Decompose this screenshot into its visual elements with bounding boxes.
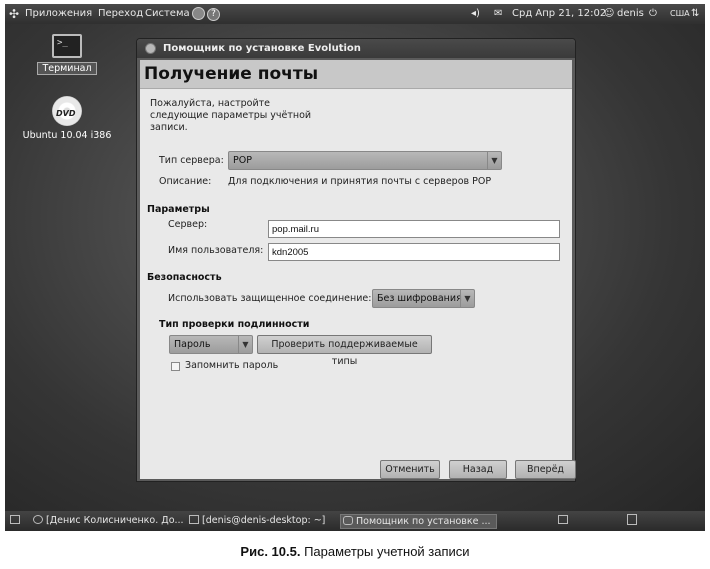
mail-indicator-icon[interactable]: ✉ [494,7,502,21]
username-input[interactable] [268,243,560,261]
clock[interactable]: Срд Апр 21, 12:02 [512,7,606,21]
caption-label: Рис. 10.5. [240,544,301,559]
volume-icon[interactable]: ◂) [471,7,480,21]
keyboard-layout[interactable]: США [670,7,690,21]
show-desktop-icon[interactable] [8,514,23,529]
username-label: Имя пользователя: [168,245,264,256]
ubuntu-logo-icon[interactable]: ✣ [9,7,19,21]
page-title: Получение почты [144,64,319,84]
network-icon[interactable]: ⇅ [691,7,699,21]
chevron-down-icon: ▼ [487,152,501,169]
description-value: Для подключения и принятия почты с серве… [228,176,492,187]
server-label: Сервер: [168,219,208,230]
firefox-launcher-icon[interactable] [192,7,205,21]
menu-places[interactable]: Переход [98,7,143,21]
window-title: Помощник по установке Evolution [163,43,361,54]
back-button[interactable]: Назад [449,460,507,479]
check-types-button[interactable]: Проверить поддерживаемые типы [257,335,432,367]
remember-password-label[interactable]: Запомнить пароль [185,360,278,371]
params-heading: Параметры [147,204,210,215]
workspace-switcher-icon[interactable] [556,514,571,529]
description-label: Описание: [159,176,212,187]
secure-conn-combo[interactable]: Без шифрования ▼ [372,289,475,308]
taskbar-item-evolution[interactable]: Помощник по установке ... [340,514,497,529]
dvd-icon: DVD [52,96,82,126]
security-heading: Безопасность [147,272,222,283]
chevron-down-icon: ▼ [238,336,252,353]
page-header: Получение почты [140,60,572,89]
user-icon[interactable]: ☺ [604,7,614,21]
terminal-desktop-icon[interactable]: >_ Терминал [37,34,97,75]
top-panel: ✣ Приложения Переход Система ? ◂) ✉ Срд … [5,4,705,24]
server-type-combo[interactable]: POP ▼ [228,151,502,170]
evolution-assistant-window: Помощник по установке Evolution Получени… [136,38,576,482]
terminal-icon: >_ [52,34,82,58]
terminal-label: Терминал [37,62,97,75]
taskbar-item-book[interactable]: [Денис Колисниченко. До... [31,514,184,529]
chevron-down-icon: ▼ [460,290,474,307]
menu-applications[interactable]: Приложения [25,7,92,21]
dvd-label: Ubuntu 10.04 i386 [22,130,112,141]
caption-text: Параметры учетной записи [304,544,470,559]
intro-text: Пожалуйста, настройте следующие параметр… [150,98,312,133]
server-input[interactable] [268,220,560,238]
taskbar-item-terminal[interactable]: [denis@denis-desktop: ~] [187,514,325,529]
forward-button[interactable]: Вперёд [515,460,576,479]
auth-heading: Тип проверки подлинности [159,319,310,330]
bottom-panel: [Денис Колисниченко. До... [denis@denis-… [5,511,705,531]
secure-conn-label: Использовать защищенное соединение: [168,293,372,304]
help-launcher-icon[interactable]: ? [207,7,220,21]
cancel-button[interactable]: Отменить [380,460,440,479]
menu-system[interactable]: Система [145,7,190,21]
window-titlebar[interactable]: Помощник по установке Evolution [137,39,575,58]
power-icon[interactable]: ⏻ [649,7,657,21]
user-name[interactable]: denis [617,7,644,21]
remember-password-checkbox[interactable] [171,362,180,371]
close-icon[interactable] [145,43,156,54]
screen: ✣ Приложения Переход Система ? ◂) ✉ Срд … [5,4,705,531]
assistant-content: Получение почты Пожалуйста, настройте сл… [140,60,576,479]
figure-caption: Рис. 10.5. Параметры учетной записи [0,544,710,559]
trash-icon[interactable] [625,514,640,529]
server-type-label: Тип сервера: [159,155,224,166]
auth-type-combo[interactable]: Пароль ▼ [169,335,253,354]
dvd-desktop-icon[interactable]: DVD Ubuntu 10.04 i386 [19,96,115,141]
